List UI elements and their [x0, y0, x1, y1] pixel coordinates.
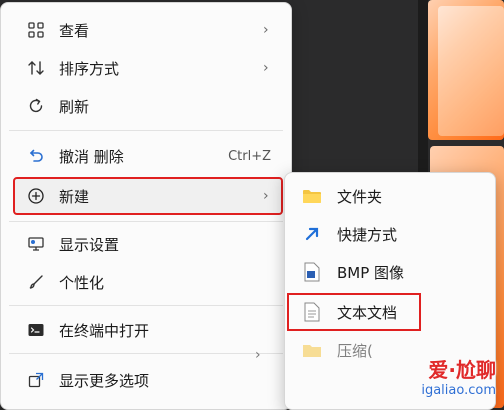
- shortcut-text: Ctrl+Z: [228, 148, 271, 164]
- submenu-item-label: 快捷方式: [337, 225, 398, 244]
- menu-item-label: 显示设置: [59, 235, 120, 254]
- menu-item-label: 显示更多选项: [59, 371, 150, 390]
- menu-divider: [9, 221, 283, 222]
- terminal-icon: [25, 319, 47, 341]
- menu-item-display-settings[interactable]: 显示设置: [15, 227, 281, 261]
- submenu-item-label: 文本文档: [337, 303, 398, 322]
- menu-item-label: 在终端中打开: [59, 321, 150, 340]
- submenu-item-label: 文件夹: [337, 187, 383, 206]
- chevron-right-icon: ›: [263, 60, 269, 76]
- menu-divider: [9, 305, 283, 306]
- watermark-logo: 爱·尬聊: [428, 358, 496, 382]
- menu-item-personalize[interactable]: 个性化: [15, 265, 281, 299]
- menu-item-view[interactable]: 查看 ›: [15, 13, 281, 47]
- menu-item-new[interactable]: 新建 ›: [13, 177, 283, 215]
- menu-item-label: 新建: [59, 187, 90, 206]
- menu-item-undo-delete[interactable]: 撤消 删除 Ctrl+Z: [15, 139, 281, 173]
- submenu-item-bmp-image[interactable]: BMP 图像: [289, 255, 489, 289]
- menu-item-show-more-options[interactable]: 显示更多选项: [15, 363, 281, 397]
- chevron-right-icon: ›: [263, 22, 269, 38]
- shortcut-arrow-icon: [301, 223, 323, 245]
- chevron-right-icon: ›: [255, 347, 261, 363]
- grid-icon: [25, 19, 47, 41]
- text-document-icon: [301, 301, 323, 323]
- site-watermark: 爱·尬聊 igaliao.com: [421, 354, 496, 398]
- menu-divider: [9, 353, 283, 354]
- undo-icon: [25, 145, 47, 167]
- more-options-icon: [25, 369, 47, 391]
- bmp-image-icon: [301, 261, 323, 283]
- menu-item-label: 查看: [59, 21, 90, 40]
- submenu-item-label: 压缩(: [337, 341, 373, 360]
- submenu-item-label: BMP 图像: [337, 263, 405, 282]
- submenu-item-shortcut[interactable]: 快捷方式: [289, 217, 489, 251]
- menu-item-sort-by[interactable]: 排序方式 ›: [15, 51, 281, 85]
- display-icon: [25, 233, 47, 255]
- menu-item-refresh[interactable]: 刷新: [15, 89, 281, 123]
- add-circle-icon: [25, 185, 47, 207]
- brush-icon: [25, 271, 47, 293]
- menu-item-open-in-terminal[interactable]: 在终端中打开: [15, 313, 281, 347]
- chevron-right-icon: ›: [263, 188, 269, 204]
- menu-divider: [9, 130, 283, 131]
- menu-item-label: 刷新: [59, 97, 90, 116]
- refresh-icon: [25, 95, 47, 117]
- watermark-url: igaliao.com: [421, 383, 496, 398]
- menu-item-label: 撤消 删除: [59, 147, 124, 166]
- sort-arrows-icon: [25, 57, 47, 79]
- menu-item-label: 排序方式: [59, 59, 120, 78]
- zip-folder-icon: [301, 339, 323, 361]
- folder-icon: [301, 185, 323, 207]
- desktop-context-menu: 查看 › 排序方式 › 刷新 撤消 删除 Ctrl+Z 新建 › 显示设置 个性…: [0, 2, 292, 410]
- menu-item-label: 个性化: [59, 273, 105, 292]
- submenu-item-folder[interactable]: 文件夹: [289, 179, 489, 213]
- wallpaper-tile-glow: [438, 6, 504, 136]
- submenu-item-text-document[interactable]: 文本文档: [287, 293, 421, 331]
